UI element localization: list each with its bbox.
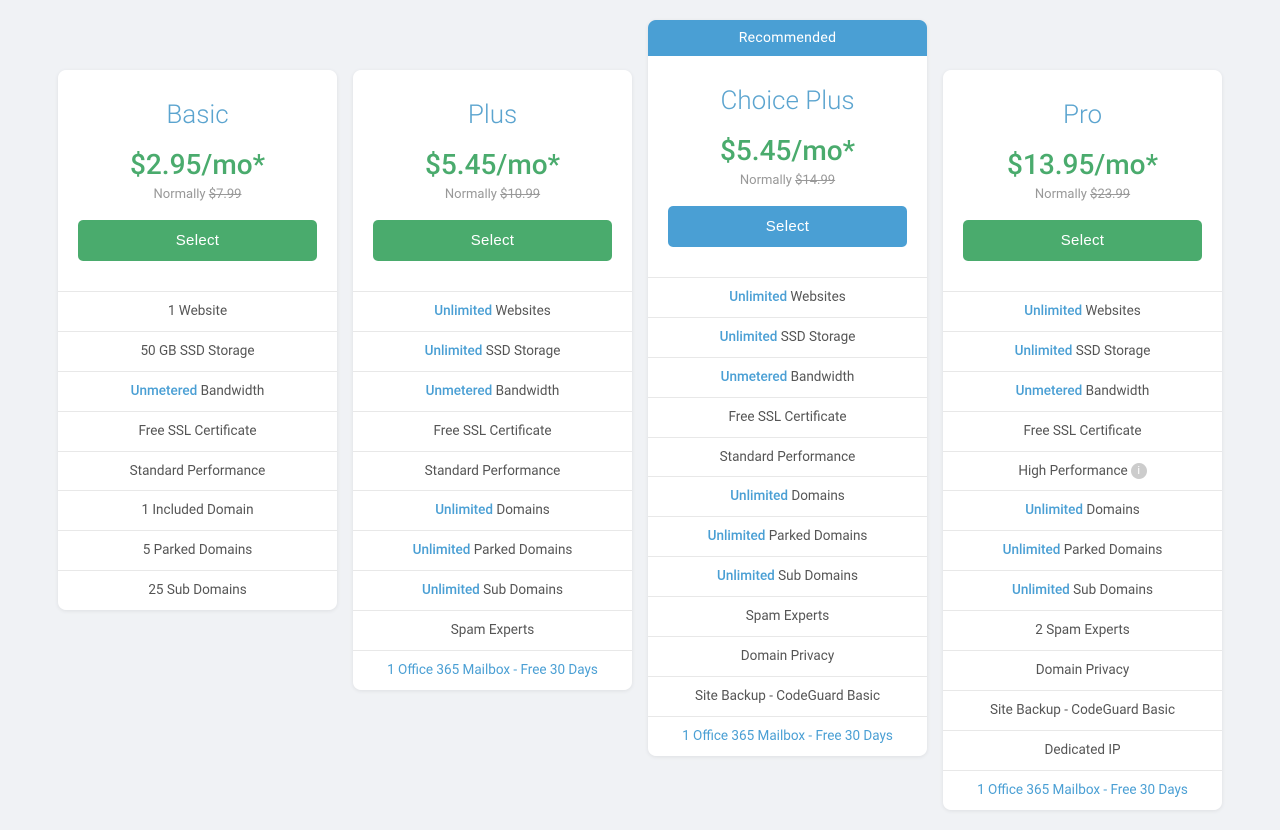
feature-item-plus-7: Unlimited Sub Domains bbox=[353, 571, 632, 611]
highlight-text: Unlimited bbox=[435, 502, 493, 518]
feature-item-basic-0: 1 Website bbox=[58, 292, 337, 332]
plan-price-basic: $2.95/mo* bbox=[78, 148, 317, 181]
feature-item-plus-0: Unlimited Websites bbox=[353, 292, 632, 332]
plan-normal-price-pro: Normally $23.99 bbox=[963, 187, 1202, 202]
highlight-text: Unlimited bbox=[1015, 343, 1073, 359]
feature-item-basic-2: Unmetered Bandwidth bbox=[58, 372, 337, 412]
plan-price-pro: $13.95/mo* bbox=[963, 148, 1202, 181]
plan-card-pro: Pro $13.95/mo* Normally $23.99 Select Un… bbox=[943, 70, 1222, 810]
feature-item-choice-plus-9: Domain Privacy bbox=[648, 637, 927, 677]
feature-item-plus-2: Unmetered Bandwidth bbox=[353, 372, 632, 412]
plan-normal-price-basic: Normally $7.99 bbox=[78, 187, 317, 202]
features-list-basic: 1 Website50 GB SSD StorageUnmetered Band… bbox=[58, 291, 337, 610]
feature-item-pro-5: Unlimited Domains bbox=[943, 491, 1222, 531]
features-list-choice-plus: Unlimited WebsitesUnlimited SSD StorageU… bbox=[648, 277, 927, 756]
feature-item-plus-6: Unlimited Parked Domains bbox=[353, 531, 632, 571]
highlight-text: Unlimited bbox=[425, 343, 483, 359]
feature-item-choice-plus-11: 1 Office 365 Mailbox - Free 30 Days bbox=[648, 717, 927, 756]
feature-item-choice-plus-5: Unlimited Domains bbox=[648, 477, 927, 517]
feature-item-pro-9: Domain Privacy bbox=[943, 651, 1222, 691]
highlight-text: Unlimited bbox=[413, 542, 471, 558]
feature-item-pro-0: Unlimited Websites bbox=[943, 292, 1222, 332]
feature-item-choice-plus-4: Standard Performance bbox=[648, 438, 927, 478]
plan-name-pro: Pro bbox=[963, 100, 1202, 130]
feature-item-choice-plus-2: Unmetered Bandwidth bbox=[648, 358, 927, 398]
feature-item-plus-1: Unlimited SSD Storage bbox=[353, 332, 632, 372]
feature-item-choice-plus-7: Unlimited Sub Domains bbox=[648, 557, 927, 597]
plan-normal-price-choice-plus: Normally $14.99 bbox=[668, 173, 907, 188]
feature-item-pro-12: 1 Office 365 Mailbox - Free 30 Days bbox=[943, 771, 1222, 810]
feature-item-plus-3: Free SSL Certificate bbox=[353, 412, 632, 452]
plan-header-choice-plus: Choice Plus $5.45/mo* Normally $14.99 Se… bbox=[648, 56, 927, 267]
plan-price-choice-plus: $5.45/mo* bbox=[668, 134, 907, 167]
highlight-text: Unlimited bbox=[422, 582, 480, 598]
highlight-text: Unlimited bbox=[729, 289, 787, 305]
features-list-pro: Unlimited WebsitesUnlimited SSD StorageU… bbox=[943, 291, 1222, 810]
feature-item-choice-plus-8: Spam Experts bbox=[648, 597, 927, 637]
select-button-plus[interactable]: Select bbox=[373, 220, 612, 261]
plan-card-choice-plus: Recommended Choice Plus $5.45/mo* Normal… bbox=[648, 20, 927, 756]
office365-link[interactable]: 1 Office 365 Mailbox - Free 30 Days bbox=[387, 662, 598, 678]
select-button-choice-plus[interactable]: Select bbox=[668, 206, 907, 247]
highlight-text: Unmetered bbox=[1016, 383, 1083, 399]
feature-item-plus-5: Unlimited Domains bbox=[353, 491, 632, 531]
feature-item-pro-6: Unlimited Parked Domains bbox=[943, 531, 1222, 571]
feature-item-basic-5: 1 Included Domain bbox=[58, 491, 337, 531]
highlight-text: Unlimited bbox=[434, 303, 492, 319]
feature-item-choice-plus-3: Free SSL Certificate bbox=[648, 398, 927, 438]
highlight-text: Unlimited bbox=[720, 329, 778, 345]
office365-link[interactable]: 1 Office 365 Mailbox - Free 30 Days bbox=[977, 782, 1188, 798]
feature-item-pro-10: Site Backup - CodeGuard Basic bbox=[943, 691, 1222, 731]
feature-item-pro-11: Dedicated IP bbox=[943, 731, 1222, 771]
feature-item-pro-8: 2 Spam Experts bbox=[943, 611, 1222, 651]
feature-item-basic-7: 25 Sub Domains bbox=[58, 571, 337, 610]
recommended-banner: Recommended bbox=[648, 20, 927, 56]
highlight-text: Unlimited bbox=[717, 568, 775, 584]
select-button-basic[interactable]: Select bbox=[78, 220, 317, 261]
highlight-text: Unlimited bbox=[1025, 502, 1083, 518]
plan-header-pro: Pro $13.95/mo* Normally $23.99 Select bbox=[943, 70, 1222, 281]
feature-item-pro-1: Unlimited SSD Storage bbox=[943, 332, 1222, 372]
feature-item-choice-plus-1: Unlimited SSD Storage bbox=[648, 318, 927, 358]
highlight-text: Unlimited bbox=[1012, 582, 1070, 598]
plans-container: Basic $2.95/mo* Normally $7.99 Select 1 … bbox=[50, 20, 1230, 810]
feature-item-plus-8: Spam Experts bbox=[353, 611, 632, 651]
feature-item-pro-4: High Performancei bbox=[943, 452, 1222, 492]
plan-name-basic: Basic bbox=[78, 100, 317, 130]
plan-header-basic: Basic $2.95/mo* Normally $7.99 Select bbox=[58, 70, 337, 281]
feature-item-pro-3: Free SSL Certificate bbox=[943, 412, 1222, 452]
plan-normal-price-plus: Normally $10.99 bbox=[373, 187, 612, 202]
feature-item-basic-3: Free SSL Certificate bbox=[58, 412, 337, 452]
office365-link[interactable]: 1 Office 365 Mailbox - Free 30 Days bbox=[682, 728, 893, 744]
feature-item-plus-9: 1 Office 365 Mailbox - Free 30 Days bbox=[353, 651, 632, 690]
highlight-text: Unlimited bbox=[1024, 303, 1082, 319]
plan-card-basic: Basic $2.95/mo* Normally $7.99 Select 1 … bbox=[58, 70, 337, 610]
plan-card-plus: Plus $5.45/mo* Normally $10.99 Select Un… bbox=[353, 70, 632, 690]
feature-item-pro-7: Unlimited Sub Domains bbox=[943, 571, 1222, 611]
plan-header-plus: Plus $5.45/mo* Normally $10.99 Select bbox=[353, 70, 632, 281]
feature-item-plus-4: Standard Performance bbox=[353, 452, 632, 492]
plan-price-plus: $5.45/mo* bbox=[373, 148, 612, 181]
plan-name-plus: Plus bbox=[373, 100, 612, 130]
highlight-text: Unmetered bbox=[426, 383, 493, 399]
highlight-text: Unmetered bbox=[131, 383, 198, 399]
feature-item-basic-1: 50 GB SSD Storage bbox=[58, 332, 337, 372]
highlight-text: Unlimited bbox=[708, 528, 766, 544]
highlight-text: Unlimited bbox=[1003, 542, 1061, 558]
feature-item-basic-6: 5 Parked Domains bbox=[58, 531, 337, 571]
feature-item-pro-2: Unmetered Bandwidth bbox=[943, 372, 1222, 412]
plan-name-choice-plus: Choice Plus bbox=[668, 86, 907, 116]
feature-item-basic-4: Standard Performance bbox=[58, 452, 337, 492]
info-icon[interactable]: i bbox=[1131, 463, 1147, 479]
highlight-text: Unlimited bbox=[730, 488, 788, 504]
highlight-text: Unmetered bbox=[721, 369, 788, 385]
features-list-plus: Unlimited WebsitesUnlimited SSD StorageU… bbox=[353, 291, 632, 690]
select-button-pro[interactable]: Select bbox=[963, 220, 1202, 261]
feature-item-choice-plus-0: Unlimited Websites bbox=[648, 278, 927, 318]
feature-item-choice-plus-10: Site Backup - CodeGuard Basic bbox=[648, 677, 927, 717]
feature-item-choice-plus-6: Unlimited Parked Domains bbox=[648, 517, 927, 557]
